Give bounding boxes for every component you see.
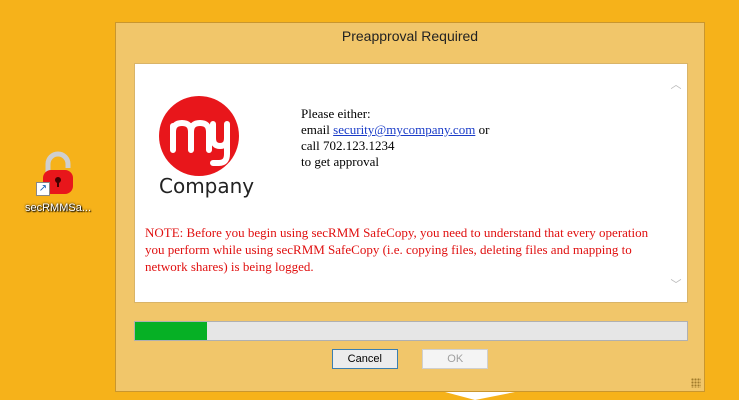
progress-fill	[135, 322, 207, 340]
preapproval-dialog: Preapproval Required Company Please eith…	[115, 22, 705, 392]
cancel-button[interactable]: Cancel	[331, 349, 398, 369]
email-link[interactable]: security@mycompany.com	[333, 122, 475, 137]
contact-instructions: Please either: email security@mycompany.…	[301, 106, 489, 170]
progress-bar	[134, 321, 688, 341]
email-line: email security@mycompany.com or	[301, 122, 489, 138]
logo-text: Company	[159, 174, 255, 198]
resize-grip-icon[interactable]	[691, 378, 701, 388]
shortcut-arrow-icon: ↗	[36, 182, 50, 196]
shortcut-label: secRMMSa...	[24, 202, 91, 214]
approval-line: to get approval	[301, 154, 379, 169]
please-either-text: Please either:	[301, 106, 371, 121]
call-line: call 702.123.1234	[301, 138, 395, 153]
email-prefix: email	[301, 122, 334, 137]
message-area: Company Please either: email security@my…	[134, 63, 688, 303]
button-row: Cancel OK	[116, 349, 704, 369]
logging-note: NOTE: Before you begin using secRMM Safe…	[145, 225, 649, 274]
desktop-pointer-shape	[445, 392, 515, 400]
chevron-down-icon[interactable]: ﹀	[669, 278, 683, 292]
email-suffix: or	[475, 122, 490, 137]
dialog-title[interactable]: Preapproval Required	[116, 23, 704, 49]
padlock-icon: ↗	[34, 150, 82, 198]
chevron-up-icon[interactable]: ︿	[669, 78, 683, 92]
desktop-shortcut-secrmm[interactable]: ↗ secRMMSa...	[18, 150, 98, 214]
ok-button[interactable]: OK	[422, 349, 489, 369]
